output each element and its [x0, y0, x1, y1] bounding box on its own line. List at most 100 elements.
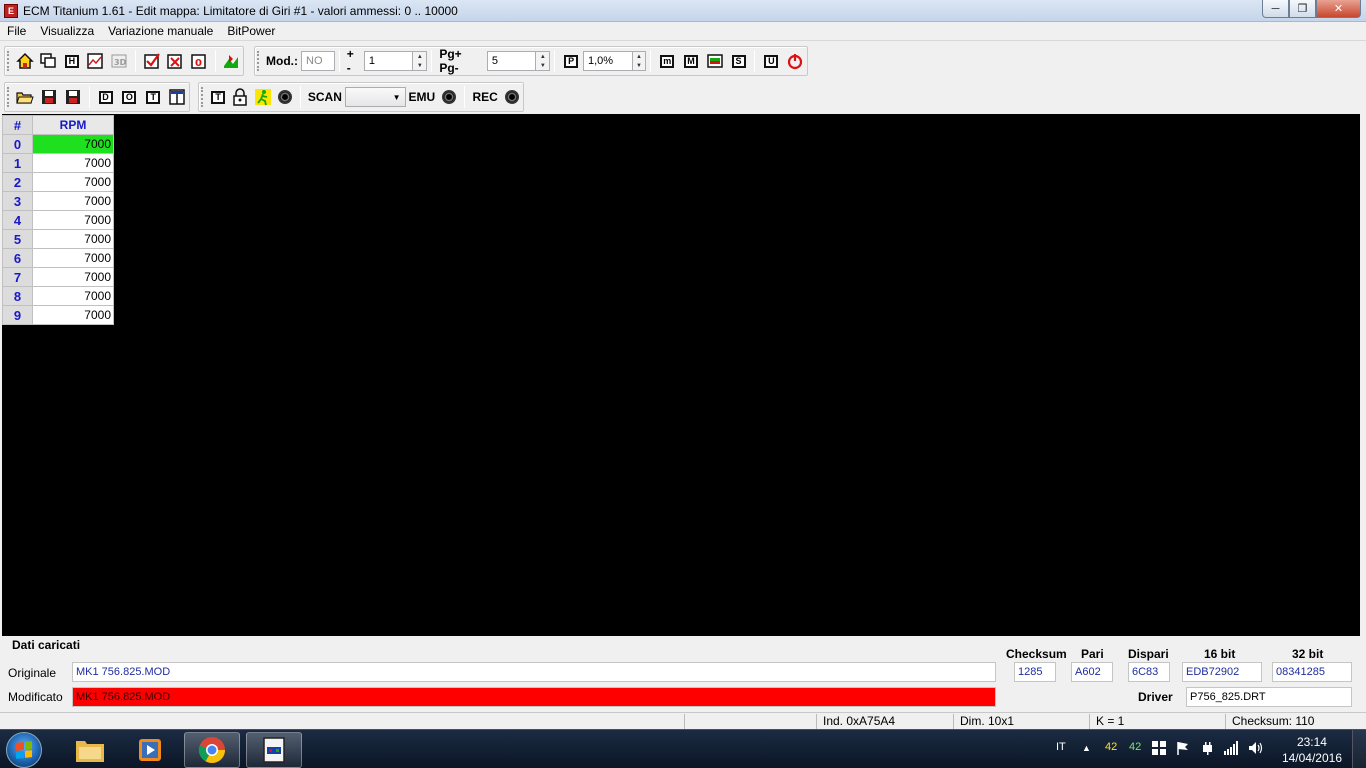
menu-variazione-manuale[interactable]: Variazione manuale [101, 24, 220, 38]
row-header[interactable]: 8 [2, 286, 33, 306]
percent-spinner[interactable]: ▲ ▼ [632, 51, 647, 71]
app-icon[interactable]: E [4, 3, 18, 18]
windows-tray-icon[interactable] [1152, 741, 1166, 755]
row-header[interactable]: 6 [2, 248, 33, 268]
driver-field[interactable]: P756_825.DRT [1186, 687, 1352, 707]
save-as-button[interactable] [63, 87, 83, 107]
row-header[interactable]: 9 [2, 305, 33, 325]
menu-visualizza[interactable]: Visualizza [33, 24, 101, 38]
text-button[interactable]: T [209, 87, 227, 107]
o-icon: O [122, 90, 137, 104]
run-button[interactable] [253, 87, 271, 107]
undo-button[interactable] [165, 51, 185, 71]
grid-cell[interactable]: 7000 [32, 210, 114, 230]
percent-field[interactable]: 1,0% [582, 51, 633, 71]
split-view-button[interactable] [167, 87, 187, 107]
modificato-field[interactable]: MK1 756.825.MOD [72, 687, 996, 707]
scan-dropdown[interactable]: ▼ [344, 87, 406, 107]
system-clock[interactable]: 23:14 14/04/2016 [1282, 734, 1342, 766]
volume-icon[interactable] [1248, 741, 1264, 755]
row-header[interactable]: 3 [2, 191, 33, 211]
row-header[interactable]: 0 [2, 134, 33, 154]
power-plug-icon[interactable] [1200, 741, 1214, 755]
toolbar-grip[interactable] [7, 87, 10, 107]
m-small-button[interactable]: m [657, 51, 677, 71]
toolbar-grip[interactable] [7, 51, 10, 71]
taskbar-chrome[interactable] [184, 732, 240, 768]
tray-temp-2[interactable]: 42 [1129, 741, 1141, 753]
mod-field[interactable]: NO [301, 51, 335, 71]
media-player-icon [139, 739, 161, 761]
lock-button[interactable] [231, 87, 249, 107]
grid-cell[interactable]: 7000 [32, 286, 114, 306]
menu-file[interactable]: File [0, 24, 33, 38]
table-row: 2 7000 [2, 172, 114, 192]
grid-cell[interactable]: 7000 [32, 305, 114, 325]
dispari-field[interactable]: 6C83 [1128, 662, 1170, 682]
bit32-field[interactable]: 08341285 [1272, 662, 1352, 682]
bit16-field[interactable]: EDB72902 [1182, 662, 1262, 682]
graph-3d-button[interactable]: 3D [109, 51, 129, 71]
taskbar-media-player[interactable] [122, 732, 178, 768]
power-button[interactable] [785, 51, 805, 71]
page-step-spinner[interactable]: ▲ ▼ [536, 51, 551, 71]
emu-button[interactable] [440, 87, 458, 107]
checksum-field[interactable]: 1285 [1014, 662, 1056, 682]
menu-bitpower[interactable]: BitPower [220, 24, 282, 38]
save-button[interactable] [39, 87, 59, 107]
plusminus-step-field[interactable]: 1 [363, 51, 414, 71]
show-desktop-button[interactable] [1352, 730, 1366, 768]
minimize-button[interactable]: ─ [1262, 0, 1289, 18]
taskbar-explorer[interactable] [62, 732, 118, 768]
column-header-rpm[interactable]: RPM [32, 115, 114, 135]
row-header[interactable]: 1 [2, 153, 33, 173]
m-large-button[interactable]: M [681, 51, 701, 71]
tray-expand-icon[interactable]: ▲ [1082, 743, 1091, 753]
maximize-button[interactable]: ❐ [1289, 0, 1316, 18]
u-button[interactable]: U [761, 51, 781, 71]
start-button[interactable] [6, 732, 42, 768]
grid-cell[interactable]: 7000 [32, 267, 114, 287]
d-button[interactable]: D [96, 87, 116, 107]
grid-cell[interactable]: 7000 [32, 153, 114, 173]
row-header[interactable]: 2 [2, 172, 33, 192]
language-indicator[interactable]: IT [1056, 741, 1066, 753]
grid-cell[interactable]: 7000 [32, 191, 114, 211]
grid-cell[interactable]: 7000 [32, 134, 114, 154]
o-button[interactable]: O [119, 87, 139, 107]
close-button[interactable]: ✕ [1316, 0, 1361, 18]
zero-button[interactable]: 0 [189, 51, 209, 71]
page-step-field[interactable]: 5 [486, 51, 537, 71]
emu-label: EMU [408, 90, 436, 104]
grid-cell[interactable]: 7000 [32, 172, 114, 192]
pari-field[interactable]: A602 [1071, 662, 1113, 682]
grid-cell[interactable]: 7000 [32, 229, 114, 249]
home-button[interactable] [15, 51, 35, 71]
toolbar-grip[interactable] [257, 51, 260, 71]
row-header[interactable]: 7 [2, 267, 33, 287]
graph-2d-button[interactable] [86, 51, 106, 71]
map-editor-area[interactable] [2, 114, 1360, 636]
tray-temp-1[interactable]: 42 [1105, 741, 1117, 753]
rec-button[interactable] [503, 87, 521, 107]
windows-button[interactable] [39, 51, 59, 71]
originale-field[interactable]: MK1 756.825.MOD [72, 662, 996, 682]
row-header[interactable]: 4 [2, 210, 33, 230]
s-button[interactable]: S [729, 51, 749, 71]
action-center-flag-icon[interactable] [1176, 741, 1190, 755]
network-signal-icon[interactable] [1224, 741, 1238, 755]
percent-button[interactable]: P [561, 51, 581, 71]
plusminus-spinner[interactable]: ▲ ▼ [413, 51, 428, 71]
color-bar-button[interactable] [705, 51, 725, 71]
toolbar-grip[interactable] [201, 87, 204, 107]
hex-view-button[interactable]: H [62, 51, 82, 71]
text-icon: T [211, 90, 226, 104]
taskbar-ecm-titanium[interactable] [246, 732, 302, 768]
grid-cell[interactable]: 7000 [32, 248, 114, 268]
row-header[interactable]: 5 [2, 229, 33, 249]
open-button[interactable] [15, 87, 35, 107]
disk-button[interactable] [276, 87, 294, 107]
t-button[interactable]: T [143, 87, 163, 107]
check-button[interactable] [142, 51, 162, 71]
color-map-button[interactable] [222, 51, 242, 71]
